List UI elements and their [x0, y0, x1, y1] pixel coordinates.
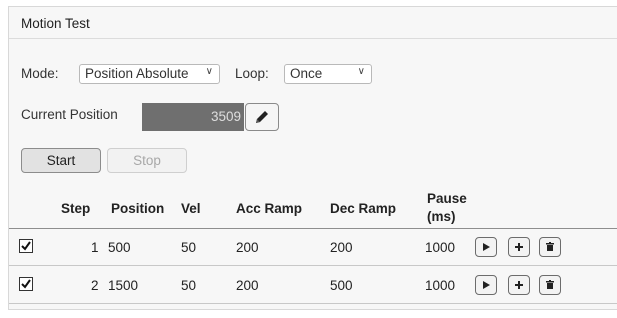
column-header-step: Step — [61, 201, 91, 216]
plus-icon — [515, 281, 523, 289]
row-2-delete-button[interactable] — [539, 275, 561, 295]
motion-test-panel: Motion Test Mode: Position Absolute ∨ Lo… — [8, 6, 617, 310]
row-divider — [9, 303, 617, 304]
row-1-add-button[interactable] — [508, 237, 530, 257]
loop-select[interactable]: Once ∨ — [284, 64, 372, 84]
mode-label: Mode: — [21, 66, 59, 81]
row-1-run-button[interactable] — [475, 237, 497, 257]
row-1-position[interactable]: 500 — [108, 240, 131, 255]
row-2-dec-ramp[interactable]: 500 — [330, 278, 353, 293]
row-1-pause[interactable]: 1000 — [425, 240, 455, 255]
stop-button[interactable]: Stop — [107, 148, 187, 173]
edit-position-button[interactable] — [245, 103, 279, 131]
play-icon — [483, 243, 490, 251]
row-1-delete-button[interactable] — [539, 237, 561, 257]
checkmark-icon — [21, 241, 31, 251]
row-1-dec-ramp[interactable]: 200 — [330, 240, 353, 255]
checkmark-icon — [21, 279, 31, 289]
current-position-label: Current Position — [21, 107, 118, 122]
column-header-vel: Vel — [181, 201, 201, 216]
column-header-pause-unit: (ms) — [427, 209, 456, 224]
mode-select[interactable]: Position Absolute ∨ — [79, 64, 220, 84]
chevron-down-icon: ∨ — [357, 66, 365, 77]
plus-icon — [515, 243, 523, 251]
play-icon — [483, 281, 490, 289]
start-button[interactable]: Start — [21, 148, 101, 173]
column-header-acc-ramp: Acc Ramp — [236, 201, 303, 216]
chevron-down-icon: ∨ — [205, 66, 213, 77]
loop-label: Loop: — [235, 66, 269, 81]
row-2-vel[interactable]: 50 — [181, 278, 196, 293]
table-header-divider — [9, 228, 617, 229]
row-1-vel[interactable]: 50 — [181, 240, 196, 255]
row-1-enabled-checkbox[interactable] — [19, 239, 33, 253]
row-1-acc-ramp[interactable]: 200 — [236, 240, 259, 255]
row-2-add-button[interactable] — [508, 275, 530, 295]
loop-select-value: Once — [290, 66, 323, 81]
trash-icon — [546, 242, 554, 251]
row-2-step: 2 — [91, 278, 99, 293]
row-2-position[interactable]: 1500 — [108, 278, 138, 293]
row-2-pause[interactable]: 1000 — [425, 278, 455, 293]
row-2-enabled-checkbox[interactable] — [19, 277, 33, 291]
panel-title: Motion Test — [9, 7, 617, 39]
row-2-acc-ramp[interactable]: 200 — [236, 278, 259, 293]
trash-icon — [546, 280, 554, 289]
column-header-pause: Pause — [427, 191, 467, 206]
mode-select-value: Position Absolute — [85, 66, 189, 81]
pencil-icon — [256, 111, 268, 123]
row-1-step: 1 — [91, 240, 99, 255]
row-2-run-button[interactable] — [475, 275, 497, 295]
row-divider — [9, 265, 617, 266]
column-header-dec-ramp: Dec Ramp — [330, 201, 397, 216]
column-header-position: Position — [111, 201, 165, 216]
current-position-value: 3509 — [142, 103, 244, 131]
